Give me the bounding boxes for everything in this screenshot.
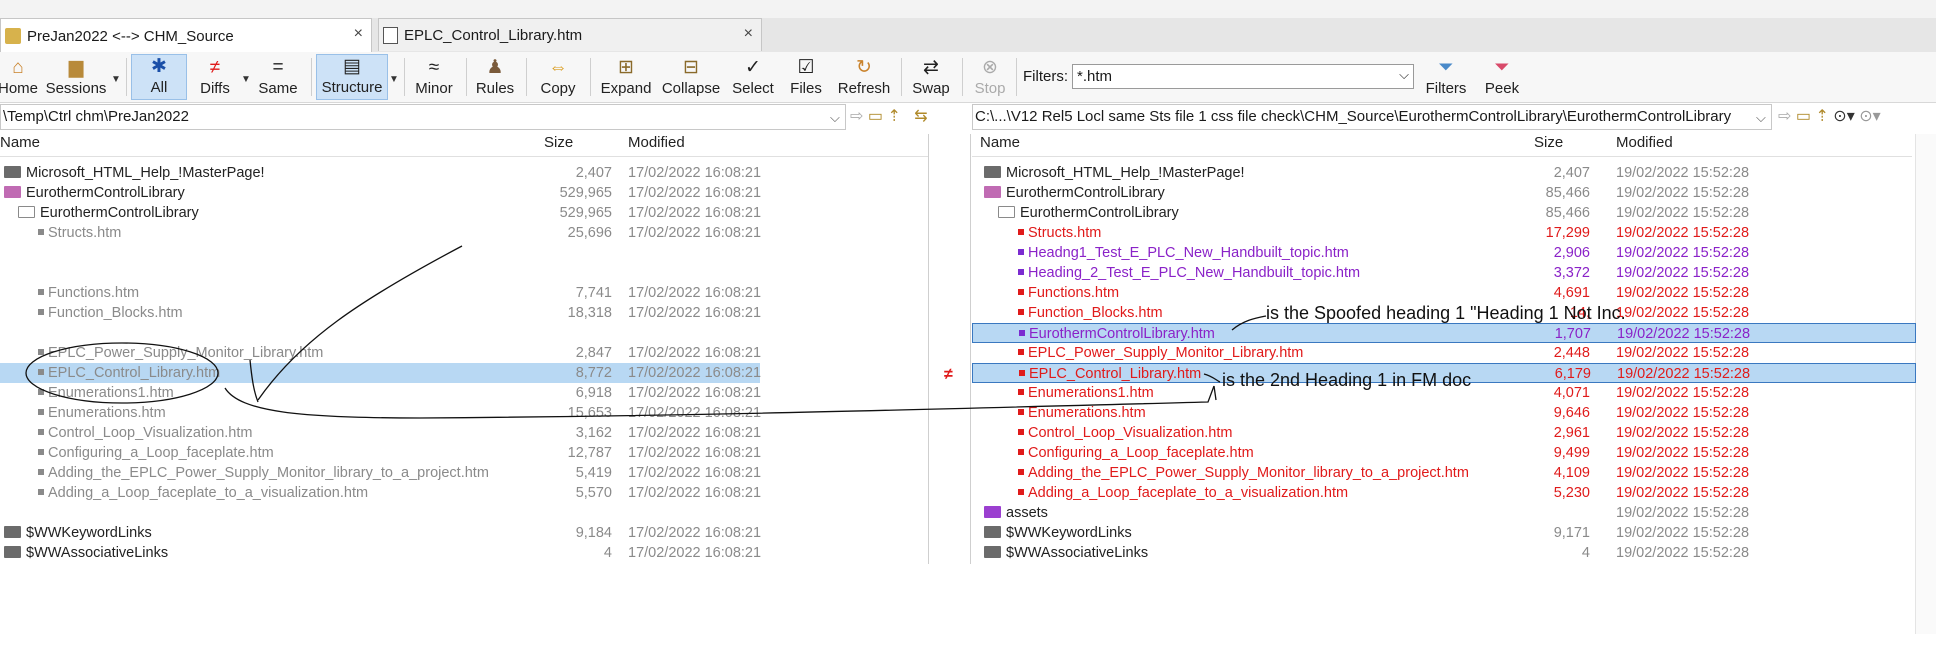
annotation-second-heading: is the 2nd Heading 1 in FM doc [1222, 370, 1472, 390]
ink-link-end [1213, 385, 1217, 401]
ink-circle [25, 342, 219, 404]
ink-link-line [224, 385, 1215, 419]
ink-check-tick [249, 359, 259, 403]
ink-annotation [25, 245, 1267, 419]
ink-check-stroke [257, 245, 463, 401]
ink-pointer-2 [1203, 373, 1221, 383]
annotation-spoofed-heading: is the Spoofed heading 1 "Heading 1 Not … [1266, 303, 1626, 323]
ink-pointer-1 [1231, 315, 1267, 331]
